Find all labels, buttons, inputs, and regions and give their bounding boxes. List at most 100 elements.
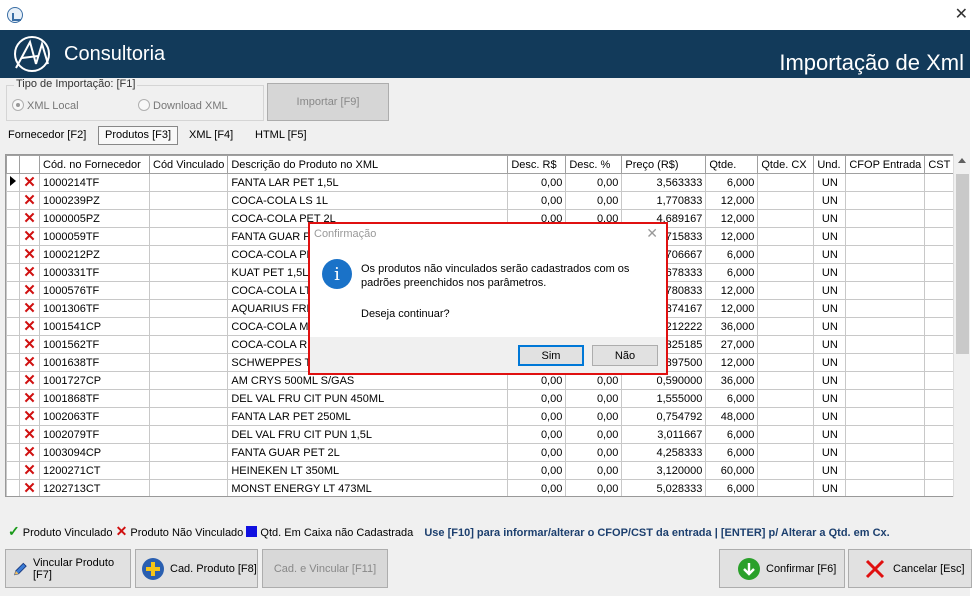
- table-cell[interactable]: 12,000: [705, 299, 759, 318]
- import-button[interactable]: Importar [F9]: [267, 83, 389, 121]
- table-row[interactable]: ✕ 1202713CT MONST ENERGY LT 473ML 0,00 0,00 5…: [6, 479, 958, 496]
- table-cell[interactable]: 0,00: [565, 173, 623, 192]
- cancel-button[interactable]: Cancelar [Esc]: [848, 549, 972, 588]
- table-cell[interactable]: UN: [813, 353, 847, 372]
- table-cell[interactable]: FANTA LAR PET 1,5L: [227, 173, 509, 192]
- table-cell[interactable]: 1001562TF: [39, 335, 150, 354]
- table-cell[interactable]: 1001868TF: [39, 389, 150, 408]
- register-product-button[interactable]: Cad. Produto [F8]: [135, 549, 258, 588]
- header-cell[interactable]: Cód Vinculado: [148, 155, 229, 174]
- dialog-no-button[interactable]: Não: [592, 345, 658, 366]
- table-cell[interactable]: [148, 173, 229, 192]
- table-cell[interactable]: UN: [813, 371, 847, 390]
- table-cell[interactable]: [148, 443, 229, 462]
- table-cell[interactable]: 12,000: [705, 353, 759, 372]
- table-cell[interactable]: [148, 425, 229, 444]
- table-cell[interactable]: [845, 245, 926, 264]
- header-cell[interactable]: Preço (R$): [621, 155, 707, 174]
- grid-scrollbar[interactable]: [953, 154, 970, 497]
- table-cell[interactable]: DEL VAL FRU CIT PUN 1,5L: [227, 425, 509, 444]
- table-cell[interactable]: HEINEKEN LT 350ML: [227, 461, 509, 480]
- table-cell[interactable]: 6,000: [705, 425, 759, 444]
- table-cell[interactable]: [757, 245, 815, 264]
- table-cell[interactable]: 1000059TF: [39, 227, 150, 246]
- table-cell[interactable]: [924, 281, 958, 300]
- table-cell[interactable]: 0,00: [507, 461, 567, 480]
- table-cell[interactable]: 0,00: [565, 389, 623, 408]
- radio-xml-local[interactable]: XML Local: [12, 99, 79, 112]
- table-cell[interactable]: FANTA LAR PET 250ML: [227, 407, 509, 426]
- table-cell[interactable]: [757, 173, 815, 192]
- table-cell[interactable]: [924, 245, 958, 264]
- table-cell[interactable]: [845, 173, 926, 192]
- header-cell[interactable]: Descrição do Produto no XML: [227, 155, 509, 174]
- table-cell[interactable]: 6,000: [705, 443, 759, 462]
- table-cell[interactable]: 0,00: [565, 461, 623, 480]
- table-cell[interactable]: COCA-COLA LS 1L: [227, 191, 509, 210]
- table-cell[interactable]: [924, 335, 958, 354]
- table-cell[interactable]: [924, 191, 958, 210]
- table-cell[interactable]: [757, 371, 815, 390]
- table-cell[interactable]: 0,00: [565, 191, 623, 210]
- table-cell[interactable]: [924, 209, 958, 228]
- table-cell[interactable]: [757, 263, 815, 282]
- table-cell[interactable]: 36,000: [705, 317, 759, 336]
- radio-download-xml[interactable]: Download XML: [138, 99, 228, 112]
- table-cell[interactable]: 12,000: [705, 191, 759, 210]
- table-cell[interactable]: [924, 371, 958, 390]
- table-cell[interactable]: [924, 173, 958, 192]
- table-cell[interactable]: [148, 281, 229, 300]
- table-cell[interactable]: 0,754792: [621, 407, 707, 426]
- tab-fornecedor[interactable]: Fornecedor [F2]: [8, 129, 86, 141]
- table-cell[interactable]: [148, 353, 229, 372]
- table-cell[interactable]: UN: [813, 173, 847, 192]
- table-cell[interactable]: 0,00: [507, 443, 567, 462]
- table-cell[interactable]: [757, 335, 815, 354]
- table-cell[interactable]: [148, 209, 229, 228]
- table-cell[interactable]: [757, 425, 815, 444]
- table-cell[interactable]: [148, 263, 229, 282]
- table-cell[interactable]: 1000239PZ: [39, 191, 150, 210]
- table-cell[interactable]: 1001638TF: [39, 353, 150, 372]
- table-cell[interactable]: MONST ENERGY LT 473ML: [227, 479, 509, 496]
- table-cell[interactable]: [845, 227, 926, 246]
- table-cell[interactable]: UN: [813, 245, 847, 264]
- table-cell[interactable]: 6,000: [705, 245, 759, 264]
- table-cell[interactable]: 0,00: [507, 425, 567, 444]
- table-cell[interactable]: 0,00: [565, 443, 623, 462]
- table-cell[interactable]: [757, 479, 815, 496]
- tab-xml[interactable]: XML [F4]: [189, 129, 233, 141]
- table-cell[interactable]: 1000576TF: [39, 281, 150, 300]
- table-cell[interactable]: 0,00: [507, 389, 567, 408]
- table-cell[interactable]: DEL VAL FRU CIT PUN 450ML: [227, 389, 509, 408]
- table-cell[interactable]: 12,000: [705, 227, 759, 246]
- table-cell[interactable]: [845, 389, 926, 408]
- table-cell[interactable]: [148, 371, 229, 390]
- table-cell[interactable]: 1000214TF: [39, 173, 150, 192]
- tab-html[interactable]: HTML [F5]: [255, 129, 307, 141]
- table-cell[interactable]: 0,00: [507, 173, 567, 192]
- table-cell[interactable]: UN: [813, 227, 847, 246]
- table-row[interactable]: ✕ 1000214TF FANTA LAR PET 1,5L 0,00 0,00 3,56…: [6, 173, 958, 192]
- table-cell[interactable]: [148, 335, 229, 354]
- table-cell[interactable]: [148, 389, 229, 408]
- table-cell[interactable]: UN: [813, 263, 847, 282]
- dialog-yes-button[interactable]: Sim: [518, 345, 584, 366]
- table-row[interactable]: ✕ 1002079TF DEL VAL FRU CIT PUN 1,5L 0,00 0,…: [6, 425, 958, 444]
- table-cell[interactable]: 6,000: [705, 479, 759, 496]
- table-cell[interactable]: [148, 407, 229, 426]
- header-cell[interactable]: Qtde.: [705, 155, 759, 174]
- table-cell[interactable]: 0,00: [507, 479, 567, 496]
- header-cell[interactable]: Desc. R$: [507, 155, 567, 174]
- table-cell[interactable]: [148, 227, 229, 246]
- table-cell[interactable]: 1202713CT: [39, 479, 150, 496]
- table-cell[interactable]: [845, 443, 926, 462]
- table-cell[interactable]: [757, 317, 815, 336]
- table-cell[interactable]: 1,555000: [621, 389, 707, 408]
- link-product-button[interactable]: Vincular Produto [F7]: [5, 549, 131, 588]
- table-cell[interactable]: UN: [813, 335, 847, 354]
- table-cell[interactable]: [148, 299, 229, 318]
- table-cell[interactable]: 4,258333: [621, 443, 707, 462]
- dialog-close-icon[interactable]: ✕: [646, 225, 658, 242]
- table-cell[interactable]: [757, 353, 815, 372]
